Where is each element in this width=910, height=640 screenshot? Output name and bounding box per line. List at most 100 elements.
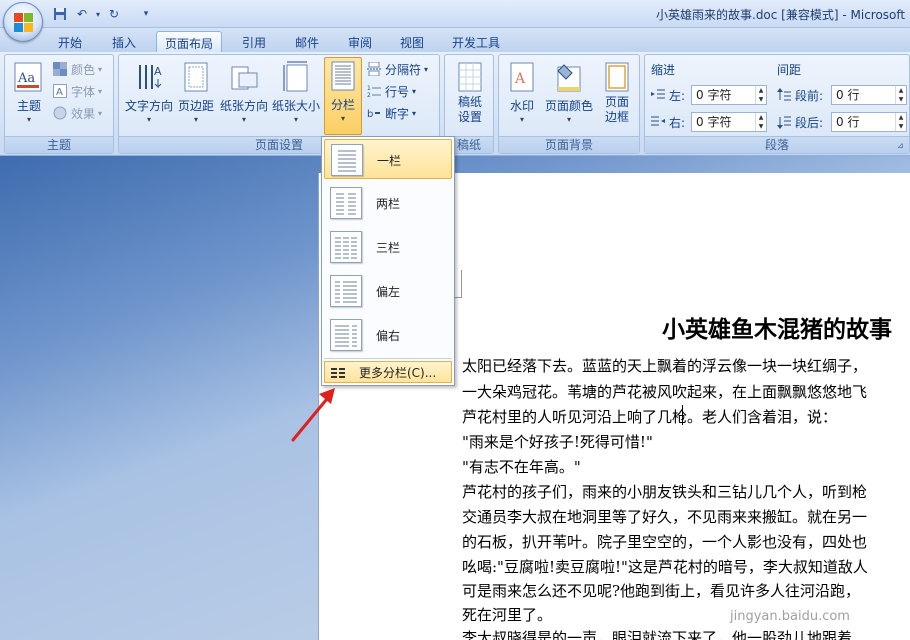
page-color-button[interactable]: 页面颜色 ▾ bbox=[543, 59, 595, 133]
margins-button[interactable]: 页边距 ▾ bbox=[177, 59, 215, 133]
tab-developer[interactable]: 开发工具 bbox=[444, 31, 508, 52]
effects-icon bbox=[53, 106, 67, 120]
chevron-down-icon: ▾ bbox=[340, 114, 345, 123]
one-column-icon bbox=[331, 144, 363, 176]
tab-home[interactable]: 开始 bbox=[50, 31, 90, 52]
doc-line: 李大叔晓得是的一声，眼泪就流下来了，他一股劲儿地跟着 bbox=[462, 629, 853, 640]
tab-view[interactable]: 视图 bbox=[392, 31, 432, 52]
undo-dropdown-icon[interactable]: ▾ bbox=[90, 6, 106, 22]
dialog-launcher-icon[interactable]: ⊿ bbox=[897, 141, 907, 151]
page-borders-button[interactable]: 页面边框 bbox=[599, 59, 635, 133]
left-column-icon bbox=[330, 275, 362, 307]
indent-right-label: 右: bbox=[651, 112, 685, 132]
tab-page-layout[interactable]: 页面布局 bbox=[156, 31, 223, 52]
watermark-text: jingyan.baidu.com bbox=[730, 609, 850, 624]
svg-text:1: 1 bbox=[367, 85, 371, 92]
colors-button[interactable]: 颜色 ▾ bbox=[53, 59, 102, 79]
paper-size-icon bbox=[281, 61, 311, 93]
margin-crop-mark bbox=[455, 270, 462, 298]
doc-line: 芦花村的孩子们，雨来的小朋友铁头和三钻儿几个人，听到枪 bbox=[462, 483, 868, 501]
columns-option-left[interactable]: 偏左 bbox=[324, 271, 452, 311]
doc-line: 太阳已经落下去。蓝蓝的天上飘着的浮云像一块一块红绸子， bbox=[462, 357, 868, 375]
size-button[interactable]: 纸张大小 ▾ bbox=[271, 59, 321, 133]
spacing-after-spinner[interactable]: ▲ ▼ bbox=[895, 113, 906, 131]
columns-option-right[interactable]: 偏右 bbox=[324, 315, 452, 355]
tab-review[interactable]: 审阅 bbox=[340, 31, 380, 52]
columns-option-three[interactable]: 三栏 bbox=[324, 227, 452, 267]
spacing-after-icon bbox=[777, 115, 791, 129]
page-borders-icon bbox=[602, 61, 632, 93]
orientation-button[interactable]: 纸张方向 ▾ bbox=[219, 59, 269, 133]
svg-text:Aa: Aa bbox=[17, 71, 35, 86]
office-button[interactable] bbox=[3, 2, 43, 42]
columns-option-two[interactable]: 两栏 bbox=[324, 183, 452, 223]
columns-option-one[interactable]: 一栏 bbox=[324, 139, 452, 179]
two-columns-icon bbox=[330, 187, 362, 219]
indent-right-icon bbox=[651, 115, 665, 129]
spacing-after-label: 段后: bbox=[777, 112, 823, 132]
svg-text:A: A bbox=[514, 71, 526, 87]
spacing-before-label: 段前: bbox=[777, 85, 823, 105]
columns-settings-icon bbox=[331, 367, 345, 378]
text-direction-button[interactable]: A 文字方向 ▾ bbox=[123, 59, 175, 133]
line-numbers-icon: 12 bbox=[367, 84, 381, 99]
ribbon-tabs: 开始 插入 页面布局 引用 邮件 审阅 视图 开发工具 bbox=[0, 28, 910, 52]
chevron-down-icon: ▾ bbox=[193, 115, 198, 124]
spacing-label: 间距 bbox=[777, 62, 802, 77]
chevron-down-icon: ▾ bbox=[566, 115, 571, 124]
indent-left-field[interactable]: 0 字符 ▲ ▼ bbox=[691, 85, 767, 105]
doc-line: "有志不在年高。" bbox=[462, 458, 581, 476]
themes-button[interactable]: Aa 主题 ▾ bbox=[11, 59, 47, 133]
draft-paper-icon bbox=[455, 61, 485, 93]
chevron-down-icon: ▾ bbox=[241, 115, 246, 124]
line-numbers-button[interactable]: 12 行号 ▾ bbox=[367, 81, 416, 101]
spacing-before-spinner[interactable]: ▲ ▼ bbox=[895, 86, 906, 104]
tab-references[interactable]: 引用 bbox=[234, 31, 274, 52]
spacing-before-field[interactable]: 0 行 ▲ ▼ bbox=[831, 85, 907, 105]
doc-line: 交通员李大叔在地洞里等了好久，不见雨来来搬缸。就在另一 bbox=[462, 508, 868, 526]
redo-icon[interactable]: ↻ bbox=[106, 6, 122, 22]
page-background-group: A 水印 ▾ 页面颜色 ▾ 页面边框 页面背景 bbox=[498, 54, 640, 154]
breaks-icon bbox=[367, 61, 381, 77]
save-icon[interactable] bbox=[52, 6, 68, 22]
text-direction-icon: A bbox=[134, 61, 164, 93]
columns-button[interactable]: 分栏 ▾ bbox=[324, 57, 362, 135]
indent-left-icon bbox=[651, 88, 665, 102]
doc-line: 可是雨来怎么还不见呢?他跑到街上，看见许多人往河沿跑， bbox=[462, 582, 861, 600]
customize-toolbar-icon[interactable]: ▾ bbox=[138, 6, 154, 22]
spacing-after-field[interactable]: 0 行 ▲ ▼ bbox=[831, 112, 907, 132]
font-icon: A bbox=[53, 84, 67, 98]
indent-left-label: 左: bbox=[651, 85, 685, 105]
palette-icon bbox=[53, 62, 67, 76]
indent-left-spinner[interactable]: ▲ ▼ bbox=[755, 86, 766, 104]
indent-right-field[interactable]: 0 字符 ▲ ▼ bbox=[691, 112, 767, 132]
office-logo-icon bbox=[13, 12, 33, 32]
three-columns-icon bbox=[330, 231, 362, 263]
hyphenation-icon: b bbox=[367, 106, 381, 120]
doc-line: 芦花村里的人听见河沿上响了几枪。老人们含着泪，说： bbox=[462, 408, 838, 426]
margins-icon bbox=[181, 61, 211, 93]
hyphenation-button[interactable]: b 断字 ▾ bbox=[367, 103, 416, 123]
title-bar: ↶ ▾ ↻ ▾ 小英雄雨来的故事.doc [兼容模式] - Microsoft bbox=[0, 0, 910, 28]
chevron-down-icon: ▾ bbox=[26, 115, 31, 124]
undo-icon[interactable]: ↶ bbox=[74, 6, 90, 22]
themes-icon: Aa bbox=[14, 61, 44, 93]
indent-right-spinner[interactable]: ▲ ▼ bbox=[755, 113, 766, 131]
chevron-down-icon: ▾ bbox=[293, 115, 298, 124]
theme-group: Aa 主题 ▾ 颜色 ▾ A 字体 ▾ 效果 ▾ 主题 bbox=[4, 54, 114, 154]
tab-insert[interactable]: 插入 bbox=[104, 31, 144, 52]
breaks-button[interactable]: 分隔符 ▾ bbox=[367, 59, 428, 79]
watermark-icon: A bbox=[507, 61, 537, 93]
watermark-button[interactable]: A 水印 ▾ bbox=[503, 59, 541, 133]
doc-line: 的石板，扒开苇叶。院子里空空的，一个人影也没有，四处也 bbox=[462, 533, 868, 551]
window-title: 小英雄雨来的故事.doc [兼容模式] - Microsoft bbox=[656, 8, 906, 22]
svg-text:b: b bbox=[367, 109, 373, 120]
paint-bucket-icon bbox=[554, 61, 584, 93]
effects-button[interactable]: 效果 ▾ bbox=[53, 103, 102, 123]
menu-separator bbox=[324, 358, 452, 359]
fonts-button[interactable]: A 字体 ▾ bbox=[53, 81, 102, 101]
tab-mailings[interactable]: 邮件 bbox=[287, 31, 327, 52]
svg-text:A: A bbox=[56, 87, 63, 98]
doc-line: 一大朵鸡冠花。苇塘的芦花被风吹起来，在上面飘飘悠悠地飞 bbox=[462, 383, 868, 401]
draft-setting-button[interactable]: 稿纸设置 bbox=[451, 59, 489, 133]
